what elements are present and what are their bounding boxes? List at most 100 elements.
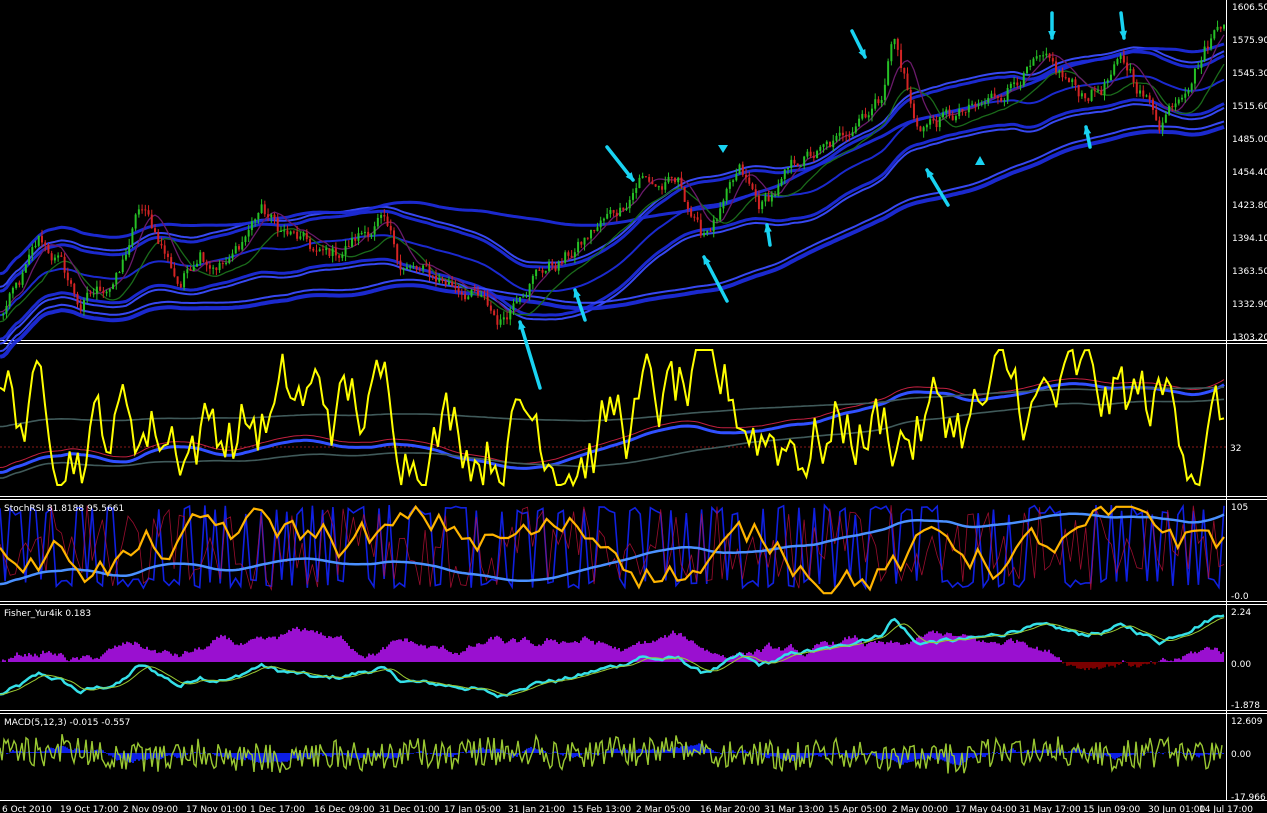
candle-body: [128, 245, 131, 255]
macd-bar: [384, 753, 386, 758]
fisher-bar: [538, 644, 540, 662]
fisher-bar: [348, 645, 350, 662]
macd-bar: [410, 753, 412, 754]
macd-tick: -17.966: [1231, 793, 1266, 803]
fisher-bar: [58, 653, 60, 662]
fisher-bar: [946, 632, 948, 662]
candle-body: [170, 257, 173, 269]
candle-body: [1161, 122, 1164, 131]
macd-bar: [1086, 753, 1088, 755]
time-tick: 16 Mar 20:00: [700, 805, 760, 813]
candle-body: [661, 186, 664, 190]
macd-bar: [32, 752, 34, 753]
fisher-bar: [898, 642, 900, 662]
candle-body: [24, 264, 27, 273]
fisher-bar: [426, 648, 428, 662]
fisher-bar: [78, 659, 80, 662]
fisher-bar: [1104, 662, 1106, 668]
candle-body: [925, 124, 928, 128]
fisher-bar: [802, 655, 804, 662]
fisher-bar: [536, 646, 538, 662]
fisher-bar: [988, 642, 990, 662]
fisher-bar: [600, 642, 602, 662]
fisher-bar: [230, 640, 232, 662]
fisher-bar: [82, 655, 84, 662]
candle-body: [338, 255, 341, 258]
fisher-bar: [148, 649, 150, 662]
macd-bar: [536, 749, 538, 753]
fisher-bar: [566, 642, 568, 662]
fisher-bar: [294, 628, 296, 662]
macd-bar: [286, 753, 288, 762]
candle-body: [147, 210, 150, 215]
candle-body: [302, 233, 305, 237]
macd-bar: [330, 753, 332, 758]
macd-bar: [996, 752, 998, 753]
fisher-bar: [248, 640, 250, 662]
fisher-bar: [928, 631, 930, 662]
fisher-bar: [920, 636, 922, 662]
candle-body: [787, 167, 790, 170]
fisher-bar: [948, 633, 950, 662]
candle-body: [189, 269, 192, 271]
fisher-bar: [1084, 662, 1086, 671]
macd-bar: [732, 750, 734, 753]
candle-body: [1038, 55, 1041, 57]
candle-body: [809, 151, 812, 157]
fisher-bar: [1208, 647, 1210, 662]
candle-body: [21, 272, 24, 285]
fisher-bar: [72, 657, 74, 662]
fisher-bar: [1072, 662, 1074, 666]
fisher-bar: [564, 641, 566, 662]
candle-body: [932, 119, 935, 121]
fisher-bar: [892, 642, 894, 662]
candle-body: [887, 61, 890, 85]
fisher-bar: [1152, 662, 1154, 664]
macd-bar: [820, 753, 822, 757]
candle-body: [92, 293, 95, 295]
fisher-bar: [282, 634, 284, 662]
fisher-bar: [398, 639, 400, 662]
candle-body: [380, 215, 383, 218]
fisher-bar: [40, 654, 42, 662]
macd-bar: [218, 753, 220, 757]
time-tick: 31 Jan 21:00: [508, 805, 565, 813]
candle-body: [1184, 93, 1187, 98]
price-tick: 1423.80: [1232, 201, 1267, 211]
fisher-bar: [236, 644, 238, 662]
candle-body: [631, 192, 634, 200]
macd-bar: [452, 753, 454, 757]
fisher-bar: [366, 656, 368, 662]
fisher-bar: [528, 640, 530, 662]
macd-bar: [614, 749, 616, 753]
fisher-bar: [534, 645, 536, 662]
macd-bar: [1132, 753, 1134, 755]
candle-body: [854, 126, 857, 133]
fisher-bar: [1172, 661, 1174, 662]
fisher-bar: [700, 647, 702, 662]
candle-body: [1087, 98, 1090, 101]
macd-bar: [420, 750, 422, 753]
fisher-bar: [1080, 662, 1082, 669]
fisher-bar: [1056, 657, 1058, 662]
fisher-bar: [460, 652, 462, 662]
macd-bar: [72, 750, 74, 753]
macd-bar: [866, 753, 868, 756]
fisher-bar: [468, 645, 470, 662]
macd-bar: [1216, 753, 1218, 755]
candle-body: [354, 238, 357, 241]
fisher-bar: [332, 638, 334, 662]
fisher-bar: [642, 643, 644, 662]
macd-bar: [888, 753, 890, 759]
fisher-bar: [346, 642, 348, 662]
macd-bar: [12, 749, 14, 753]
candle-body: [1158, 120, 1161, 131]
fisher-bar: [276, 639, 278, 662]
candle-body: [186, 269, 189, 274]
fisher-bar: [252, 638, 254, 662]
trading-chart[interactable]: 1606.50 1575.90 1545.30 1515.60 1485.00 …: [0, 0, 1267, 813]
candle-body: [1042, 55, 1045, 57]
candle-body: [967, 104, 970, 113]
fisher-bar: [480, 644, 482, 662]
fisher-bar: [146, 646, 148, 662]
